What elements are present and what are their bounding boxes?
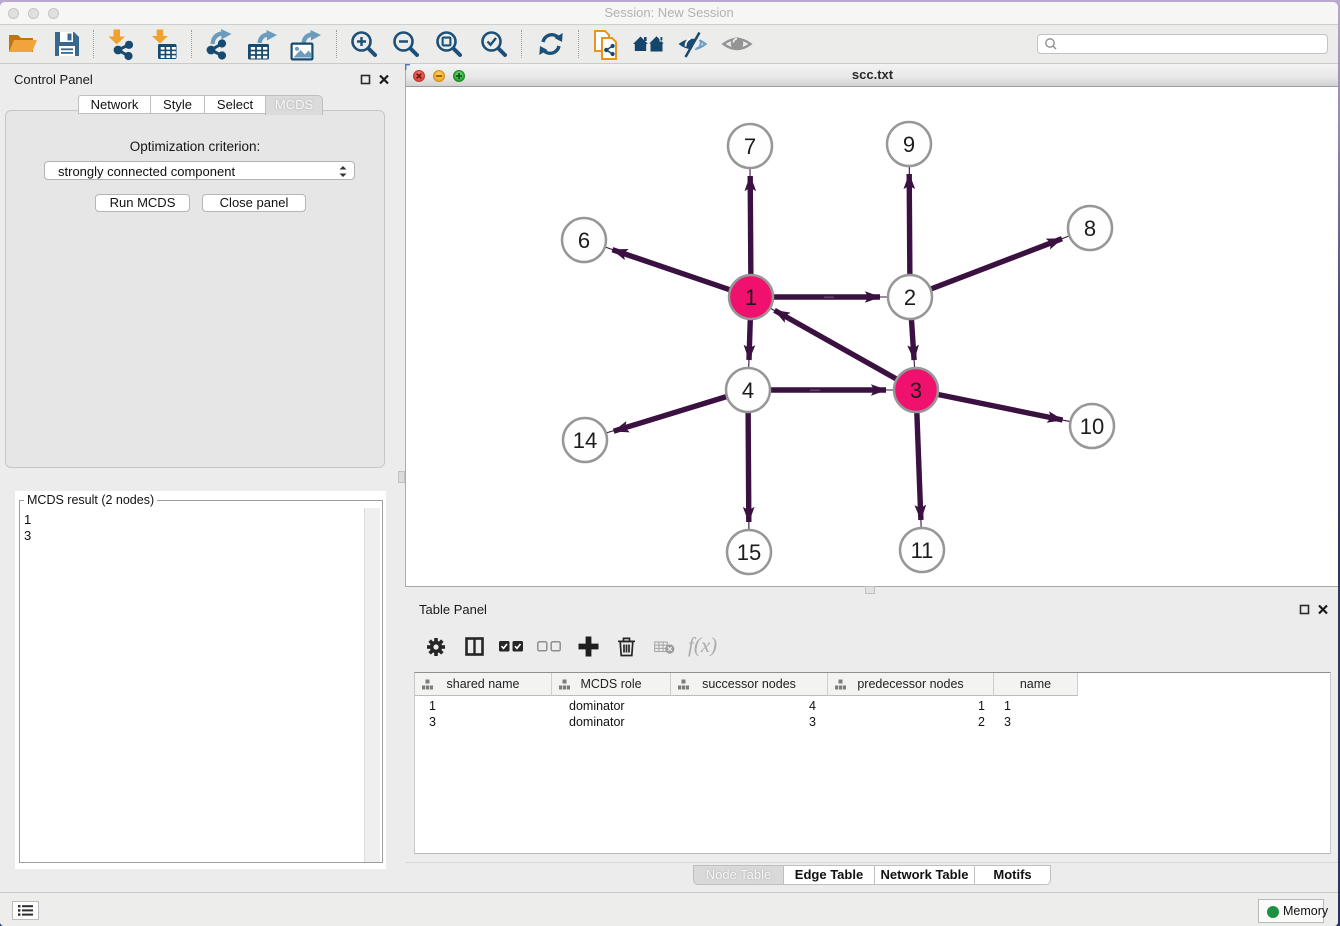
svg-text:4: 4: [742, 378, 754, 403]
svg-text:9: 9: [903, 132, 915, 157]
svg-text:15: 15: [737, 540, 761, 565]
svg-text:3: 3: [910, 378, 922, 403]
svg-text:1: 1: [745, 285, 757, 310]
svg-text:2: 2: [904, 285, 916, 310]
svg-text:11: 11: [911, 538, 934, 563]
svg-text:8: 8: [1084, 216, 1096, 241]
svg-text:6: 6: [578, 228, 590, 253]
svg-text:10: 10: [1080, 414, 1104, 439]
svg-text:14: 14: [573, 428, 597, 453]
svg-text:7: 7: [744, 134, 756, 159]
